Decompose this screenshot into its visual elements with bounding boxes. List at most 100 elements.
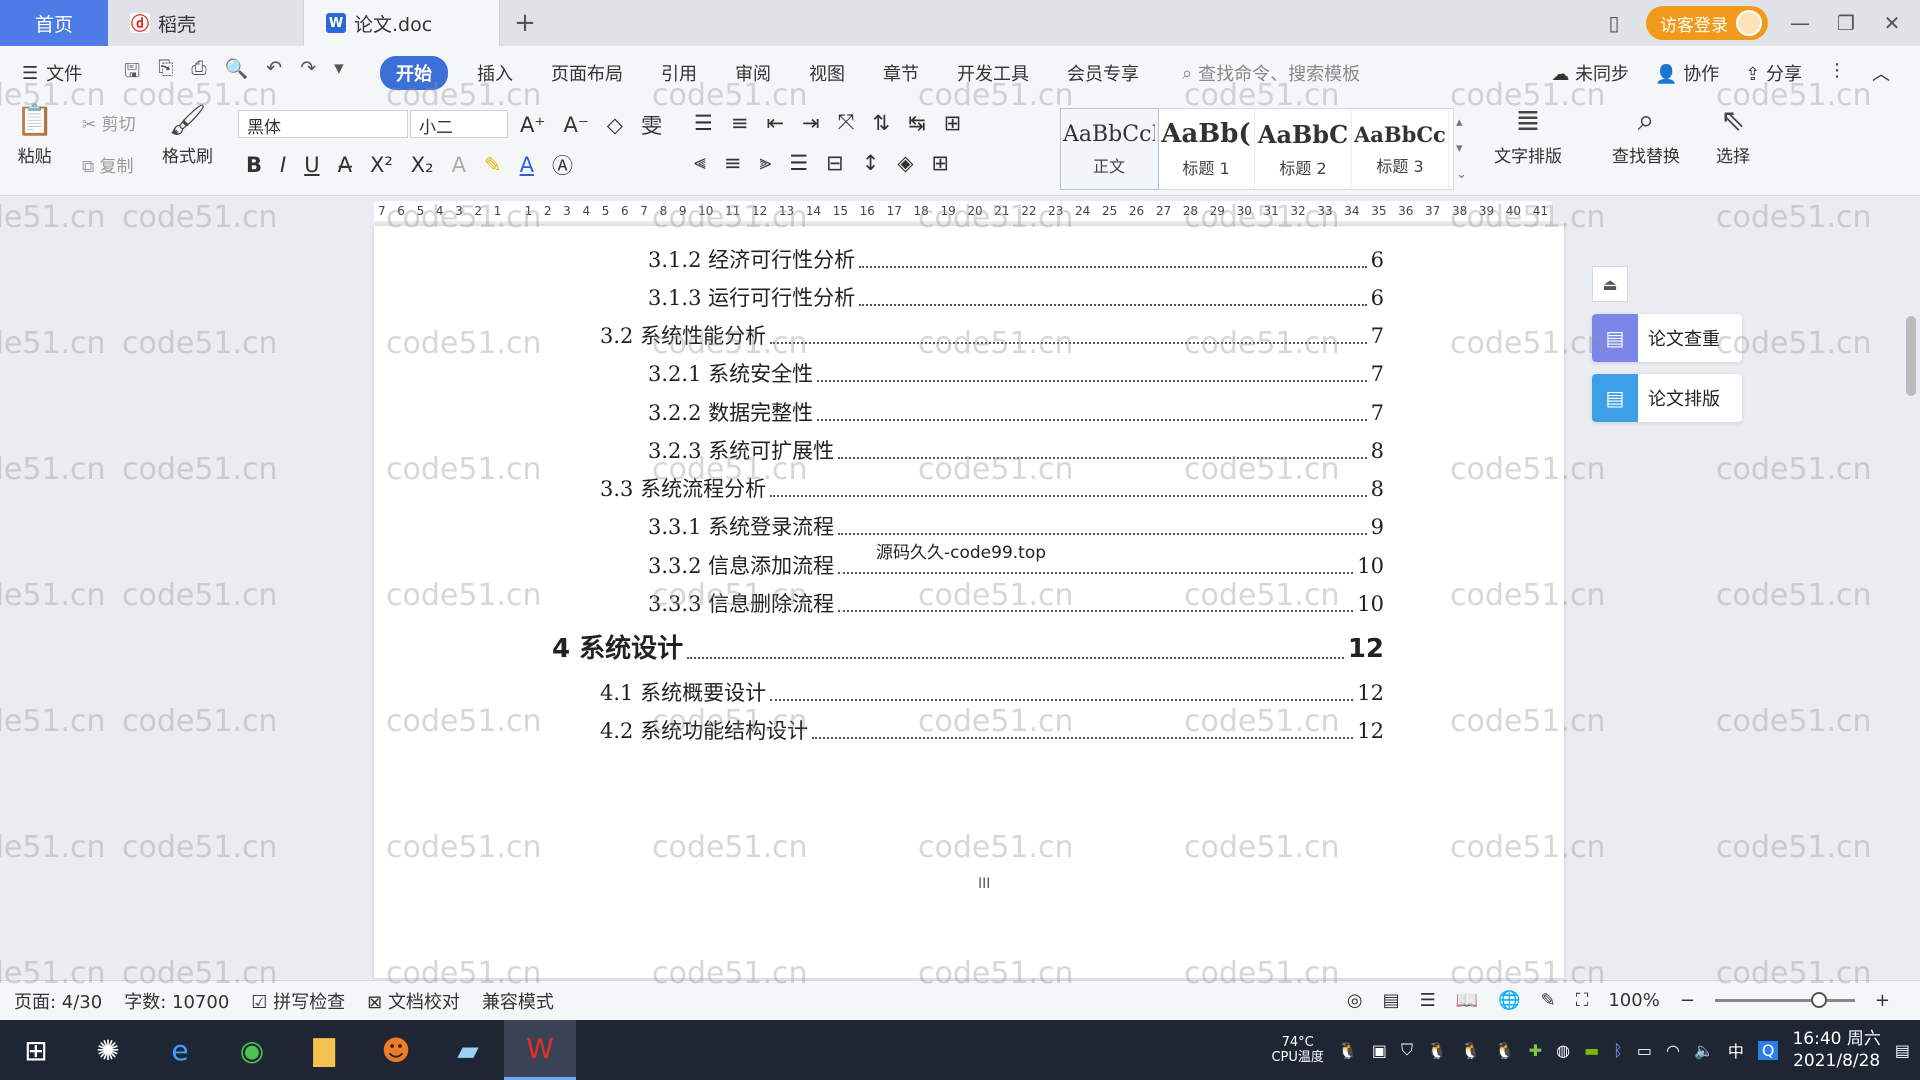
- italic-icon[interactable]: I: [280, 153, 286, 177]
- save-icon[interactable]: 🖫: [124, 57, 140, 89]
- cut-button[interactable]: ✂ 剪切: [82, 110, 136, 135]
- cpu-temp-widget[interactable]: 74°C CPU温度: [1271, 1035, 1323, 1065]
- spell-check-button[interactable]: ☑ 拼写检查: [251, 988, 345, 1014]
- tab-document[interactable]: W 论文.doc: [304, 0, 500, 46]
- phonetic-icon[interactable]: 雯: [641, 110, 662, 140]
- collab-button[interactable]: 👤 协作: [1655, 60, 1719, 86]
- shading-icon[interactable]: ◈: [897, 151, 913, 175]
- file-menu[interactable]: ☰ 文件: [0, 60, 110, 86]
- highlight-icon[interactable]: ✎: [484, 153, 502, 177]
- font-color-icon[interactable]: A: [520, 153, 534, 177]
- sort-icon[interactable]: ⇅: [872, 111, 890, 135]
- page-indicator[interactable]: 页面: 4/30: [14, 988, 102, 1014]
- text-layout-button[interactable]: ≣ 文字排版: [1494, 104, 1562, 168]
- distribute-icon[interactable]: ⊟: [826, 151, 844, 175]
- eye-protection-icon[interactable]: ◎: [1347, 990, 1363, 1011]
- write-mode-icon[interactable]: ✎: [1541, 990, 1556, 1011]
- zoom-slider-knob[interactable]: [1810, 992, 1827, 1008]
- battery-icon[interactable]: ▭: [1637, 1041, 1652, 1060]
- toc-entry[interactable]: 3.2.1 系统安全性 7: [648, 358, 1384, 388]
- align-left-icon[interactable]: ⫷: [694, 150, 706, 175]
- zoom-slider[interactable]: [1714, 992, 1855, 1008]
- quick-access-dropdown-icon[interactable]: ▾: [334, 57, 344, 89]
- minimize-icon[interactable]: —: [1786, 11, 1814, 35]
- tab-docer[interactable]: ⓓ 稻壳: [108, 0, 304, 46]
- tray-qq-icon-3[interactable]: 🐧: [1461, 1041, 1481, 1060]
- notification-icon[interactable]: ▤: [1895, 1041, 1910, 1060]
- font-family-select[interactable]: 黑体: [238, 110, 408, 138]
- menu-start[interactable]: 开始: [380, 56, 448, 90]
- word-count[interactable]: 字数: 10700: [124, 988, 229, 1014]
- paper-check-button[interactable]: ▤ 论文查重: [1592, 314, 1742, 362]
- find-replace-button[interactable]: ⌕ 查找替换: [1612, 104, 1680, 168]
- system-clock[interactable]: 16:40 周六 2021/8/28: [1792, 1028, 1880, 1072]
- subscript-icon[interactable]: X₂: [411, 153, 434, 177]
- align-center-icon[interactable]: ≡: [724, 151, 742, 175]
- command-search[interactable]: ⌕ 查找命令、搜索模板: [1182, 60, 1360, 86]
- text-effect-icon[interactable]: A: [452, 153, 466, 177]
- tray-q-icon[interactable]: Q: [1757, 1040, 1779, 1060]
- page-view-icon[interactable]: ▤: [1383, 990, 1400, 1011]
- line-spacing-icon[interactable]: ↕: [862, 151, 880, 175]
- tray-qq-icon-2[interactable]: 🐧: [1427, 1041, 1447, 1060]
- horizontal-ruler[interactable]: 7 6 5 4 3 2 1 1 2 3 4 5 6 7 8 9 10 11 12 13 14 15 16 17 18 19 20 21…: [0, 197, 1920, 225]
- tray-network-app-icon[interactable]: ▣: [1372, 1041, 1387, 1060]
- toc-entry[interactable]: 4.1 系统概要设计 12: [600, 677, 1384, 707]
- layout-switch-icon[interactable]: ▯: [1600, 11, 1628, 35]
- clear-format-icon[interactable]: ◇: [607, 113, 623, 137]
- tab-home[interactable]: 首页: [0, 0, 108, 46]
- close-icon[interactable]: ✕: [1878, 11, 1906, 35]
- unsynced-button[interactable]: ☁ 未同步: [1551, 60, 1629, 86]
- share-button[interactable]: ⇪ 分享: [1745, 60, 1802, 86]
- font-size-select[interactable]: 小二: [410, 110, 508, 138]
- strikethrough-icon[interactable]: A̶: [338, 153, 352, 177]
- numbered-list-icon[interactable]: ≡: [731, 111, 749, 135]
- new-tab-button[interactable]: +: [500, 0, 550, 46]
- outline-view-icon[interactable]: ☰: [1420, 990, 1436, 1011]
- vertical-scrollbar[interactable]: [1904, 226, 1918, 978]
- grow-font-icon[interactable]: A⁺: [520, 113, 545, 137]
- zoom-out-icon[interactable]: −: [1680, 990, 1695, 1011]
- menu-member[interactable]: 会员专享: [1048, 60, 1158, 86]
- justify-icon[interactable]: ☰: [789, 151, 808, 175]
- paste-button[interactable]: 📋 粘贴: [16, 104, 53, 168]
- restore-icon[interactable]: ❐: [1832, 11, 1860, 35]
- collapse-ribbon-icon[interactable]: ︿: [1872, 60, 1890, 86]
- underline-icon[interactable]: U: [304, 153, 319, 177]
- tray-add-icon[interactable]: ✚: [1529, 1041, 1542, 1060]
- fit-page-icon[interactable]: ⛶: [1576, 990, 1589, 1011]
- bluetooth-icon[interactable]: ᛒ: [1613, 1041, 1623, 1060]
- game-app-icon[interactable]: ☻: [360, 1020, 432, 1080]
- style-heading-3[interactable]: AaBbCcI 标题 3: [1352, 109, 1449, 189]
- zoom-level[interactable]: 100%: [1608, 990, 1659, 1011]
- chinese-layout-icon[interactable]: ⤧: [838, 110, 855, 135]
- style-heading-2[interactable]: AaBbC 标题 2: [1255, 109, 1352, 189]
- 360-browser-icon[interactable]: ◉: [216, 1020, 288, 1080]
- toc-entry[interactable]: 3.1.2 经济可行性分析 6: [648, 244, 1384, 274]
- increase-indent-icon[interactable]: ⇥: [802, 111, 820, 135]
- ime-indicator[interactable]: 中: [1728, 1038, 1744, 1062]
- bullet-list-icon[interactable]: ☰: [694, 111, 713, 135]
- redo-icon[interactable]: ↷: [300, 57, 316, 89]
- toc-entry[interactable]: 4.2 系统功能结构设计 12: [600, 715, 1384, 745]
- tray-qq-icon[interactable]: 🐧: [1338, 1041, 1358, 1060]
- wps-taskbar-icon[interactable]: W: [504, 1020, 576, 1080]
- copy-button[interactable]: ⧉ 复制: [82, 152, 134, 177]
- toc-entry[interactable]: 3.3.2 信息添加流程 10: [648, 550, 1384, 580]
- zoom-in-icon[interactable]: +: [1875, 990, 1890, 1011]
- toc-entry[interactable]: 4 系统设计 12: [552, 628, 1384, 665]
- tray-qq-icon-4[interactable]: 🐧: [1495, 1041, 1515, 1060]
- toc-entry[interactable]: 3.1.3 运行可行性分析 6: [648, 282, 1384, 312]
- wifi-icon[interactable]: ◠: [1666, 1041, 1680, 1060]
- toc-entry[interactable]: 3.2.2 数据完整性 7: [648, 397, 1384, 427]
- borders-icon[interactable]: ⊞: [932, 151, 950, 175]
- align-right-icon[interactable]: ⫸: [759, 150, 771, 175]
- shrink-font-icon[interactable]: A⁻: [563, 113, 588, 137]
- menu-developer[interactable]: 开发工具: [938, 60, 1048, 86]
- menu-view[interactable]: 视图: [790, 60, 864, 86]
- guest-login-button[interactable]: 访客登录: [1646, 6, 1768, 40]
- web-view-icon[interactable]: 🌐: [1498, 990, 1520, 1011]
- select-button[interactable]: ⇖ 选择: [1716, 104, 1750, 168]
- menu-insert[interactable]: 插入: [458, 60, 532, 86]
- volume-icon[interactable]: 🔈: [1694, 1041, 1714, 1060]
